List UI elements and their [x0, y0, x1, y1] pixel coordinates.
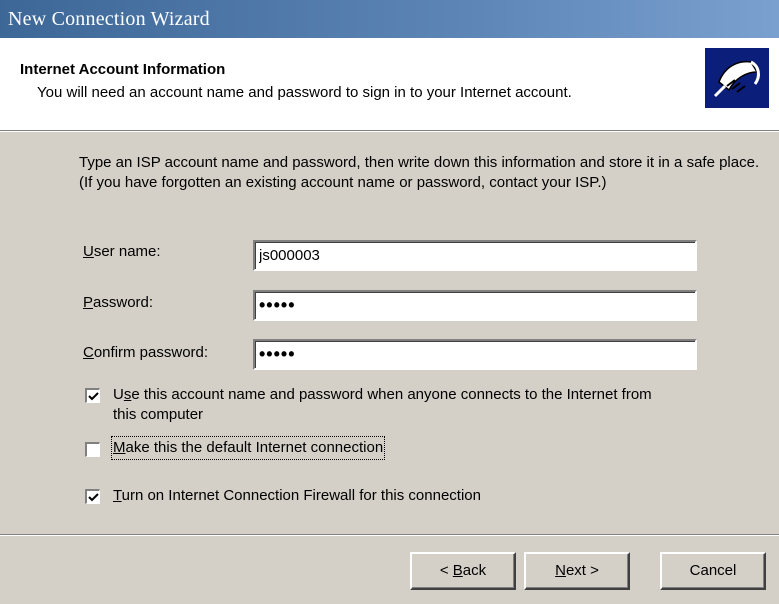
window-title: New Connection Wizard: [8, 8, 210, 30]
footer-divider: [0, 534, 779, 536]
phone-plug-icon: [705, 48, 769, 108]
default-connection-label[interactable]: Make this the default Internet connectio…: [110, 436, 386, 460]
next-button-text: ext >: [565, 562, 599, 579]
firewall-accesskey: T: [113, 487, 122, 504]
next-button[interactable]: Next >: [524, 552, 630, 590]
password-label-text: assword:: [93, 294, 154, 311]
cancel-button[interactable]: Cancel: [660, 552, 766, 590]
firewall-label[interactable]: Turn on Internet Connection Firewall for…: [113, 486, 481, 506]
checkmark-icon: [88, 493, 99, 502]
confirm-password-label: Confirm password:: [83, 344, 208, 361]
confirm-label-text: onfirm password:: [93, 344, 209, 361]
username-label-text: ser name:: [93, 243, 161, 260]
username-field[interactable]: [253, 240, 697, 271]
intro-text: Type an ISP account name and password, t…: [79, 154, 760, 191]
default-connection-text: ake this the default Internet connection: [125, 439, 384, 456]
wizard-header: Internet Account Information You will ne…: [0, 38, 779, 131]
password-input[interactable]: [255, 292, 695, 319]
header-divider: [0, 131, 779, 132]
password-label: Password:: [83, 294, 153, 311]
back-button-accesskey: B: [452, 562, 463, 579]
confirm-label-accesskey: C: [83, 344, 94, 361]
username-label: User name:: [83, 243, 161, 260]
wizard-window: New Connection Wizard Internet Account I…: [0, 0, 779, 604]
title-bar[interactable]: New Connection Wizard: [0, 0, 779, 38]
back-button-text: ack: [462, 562, 487, 579]
use-account-checkbox[interactable]: [85, 388, 100, 403]
use-account-prefix: U: [113, 386, 124, 403]
firewall-checkbox[interactable]: [85, 489, 100, 504]
firewall-text: urn on Internet Connection Firewall for …: [121, 487, 481, 504]
confirm-password-field[interactable]: [253, 339, 697, 370]
back-button[interactable]: < Back: [410, 552, 516, 590]
default-connection-checkbox[interactable]: [85, 442, 100, 457]
confirm-password-input[interactable]: [255, 341, 695, 368]
password-label-accesskey: P: [83, 294, 94, 311]
cancel-button-text: Cancel: [689, 562, 737, 579]
header-subtitle: You will need an account name and passwo…: [37, 84, 572, 101]
username-label-accesskey: U: [83, 243, 94, 260]
next-button-accesskey: N: [555, 562, 566, 579]
checkmark-icon: [88, 392, 99, 401]
use-account-text-line2: this computer: [113, 406, 204, 423]
use-account-text: e this account name and password when an…: [131, 386, 652, 403]
default-connection-accesskey: M: [113, 439, 126, 456]
back-button-prefix: <: [439, 562, 453, 579]
header-title: Internet Account Information: [20, 61, 226, 78]
password-field[interactable]: [253, 290, 697, 321]
use-account-label[interactable]: Use this account name and password when …: [113, 385, 652, 425]
username-input[interactable]: [255, 242, 695, 269]
